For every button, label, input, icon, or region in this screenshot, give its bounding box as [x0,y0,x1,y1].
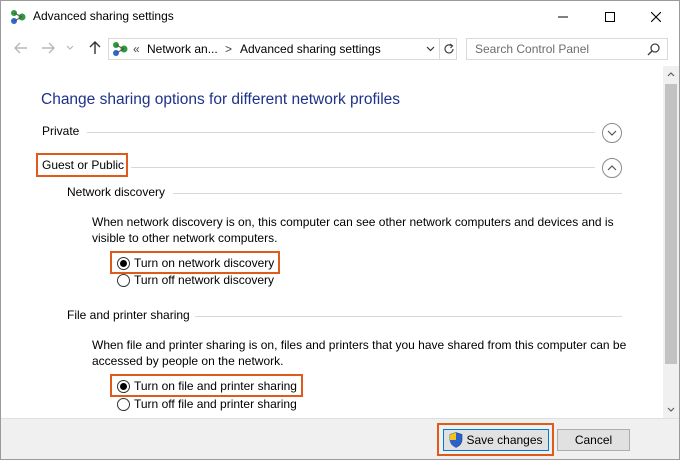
search-input[interactable]: Search Control Panel [466,38,668,60]
network-discovery-title: Network discovery [67,185,166,199]
chevron-up-icon [607,165,617,171]
window: Advanced sharing settings « Network an..… [0,0,680,460]
divider [195,316,622,317]
arrow-left-icon [14,42,27,54]
close-button[interactable] [633,1,679,32]
window-title: Advanced sharing settings [33,9,174,23]
breadcrumb-overflow[interactable]: « [133,42,140,56]
settings-content: Change sharing options for different net… [1,66,663,418]
vertical-scrollbar[interactable] [663,66,679,418]
breadcrumb-separator[interactable]: > [225,42,232,56]
arrow-up-icon [89,41,101,54]
dialog-footer: Save changes Cancel [1,418,679,459]
divider [173,193,622,194]
chevron-down-icon [607,130,617,136]
network-nodes-icon [113,42,128,56]
scroll-down-button[interactable] [663,401,679,418]
chevron-up-icon [667,72,675,77]
network-nodes-icon [11,10,26,24]
shield-icon [450,432,463,448]
arrow-right-icon [42,42,55,54]
radio-label: Turn off network discovery [134,273,275,287]
divider [87,132,595,133]
chevron-down-icon [667,407,675,412]
breadcrumb-network[interactable]: Network an... [147,42,218,56]
cancel-label: Cancel [574,433,613,447]
save-changes-button[interactable]: Save changes [443,429,549,451]
radio-network-discovery-on[interactable]: Turn on network discovery [117,255,274,271]
chevron-down-icon [426,46,434,52]
radio-label: Turn off file and printer sharing [134,397,297,411]
file-sharing-description: When file and printer sharing is on, fil… [92,338,627,368]
search-placeholder: Search Control Panel [475,42,590,56]
forward-button[interactable] [39,39,57,57]
radio-file-sharing-off[interactable]: Turn off file and printer sharing [117,396,297,412]
maximize-button[interactable] [587,1,633,32]
profile-private-expand-button[interactable] [602,123,622,143]
radio-label: Turn on network discovery [134,256,275,270]
radio-selected-dot [120,382,127,390]
minimize-button[interactable] [540,1,586,32]
breadcrumb-current[interactable]: Advanced sharing settings [240,42,381,56]
radio-button[interactable] [117,397,130,411]
navigation-bar: « Network an... > Advanced sharing setti… [1,32,679,66]
radio-file-sharing-on[interactable]: Turn on file and printer sharing [117,378,297,394]
up-button[interactable] [86,39,104,57]
address-history-button[interactable] [423,41,437,57]
refresh-icon [443,43,454,54]
search-icon[interactable] [647,42,661,56]
network-discovery-description: When network discovery is on, this compu… [92,215,614,245]
cancel-button[interactable]: Cancel [557,429,630,451]
divider [131,167,595,168]
scroll-thumb[interactable] [665,84,677,364]
page-title: Change sharing options for different net… [41,91,401,108]
profile-guest-public-collapse-button[interactable] [602,158,622,178]
recent-locations-button[interactable] [64,39,76,57]
back-button[interactable] [12,39,30,57]
title-bar[interactable]: Advanced sharing settings [1,1,679,32]
save-changes-label: Save changes [466,433,543,447]
address-bar[interactable]: « Network an... > Advanced sharing setti… [108,38,457,60]
file-sharing-title: File and printer sharing [67,308,190,322]
radio-label: Turn on file and printer sharing [134,379,297,393]
radio-button[interactable] [117,256,130,270]
profile-private-label[interactable]: Private [42,124,79,138]
chevron-down-icon [66,45,74,50]
radio-network-discovery-off[interactable]: Turn off network discovery [117,272,274,288]
close-icon [651,11,661,22]
refresh-button[interactable] [439,39,457,59]
profile-guest-public-label[interactable]: Guest or Public [42,158,124,172]
radio-selected-dot [120,259,127,267]
scroll-up-button[interactable] [663,66,679,83]
minimize-icon [558,16,568,17]
maximize-icon [605,11,615,22]
radio-button[interactable] [117,379,130,393]
radio-button[interactable] [117,273,130,287]
